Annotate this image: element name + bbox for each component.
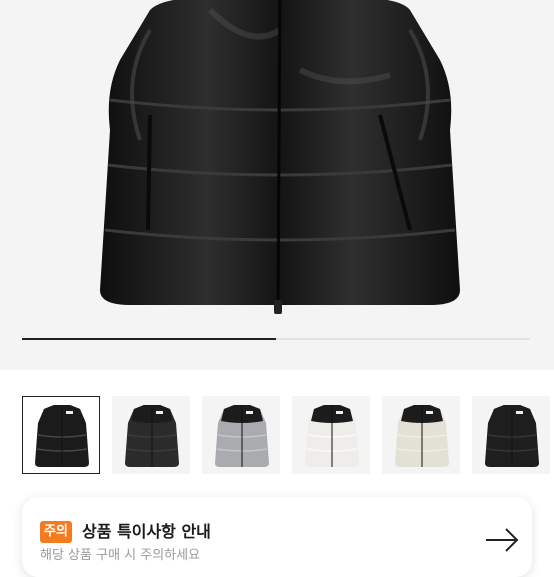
thumbnail-item[interactable] (202, 396, 280, 474)
thumbnail-item[interactable] (112, 396, 190, 474)
vest-thumbnail-image (305, 405, 359, 467)
vest-thumbnail-image (485, 405, 539, 467)
thumbnail-item[interactable] (22, 396, 100, 474)
vest-thumbnail-image (125, 405, 179, 467)
vest-product-image (100, 0, 460, 314)
thumbnail-item[interactable] (382, 396, 460, 474)
thumbnail-item[interactable] (292, 396, 370, 474)
notice-subtitle: 해당 상품 구매 시 주의하세요 (40, 548, 201, 563)
vest-thumbnail-image (35, 405, 89, 467)
notice-title: 상품 특이사항 안내 (82, 522, 211, 541)
product-image-gallery[interactable] (0, 0, 554, 370)
vest-thumbnail-image (395, 405, 449, 467)
notice-badge: 주의 (40, 521, 72, 543)
gallery-progress-bar (22, 338, 530, 340)
gallery-progress-fill (22, 338, 276, 340)
vest-thumbnail-image (215, 405, 269, 467)
thumbnail-strip (22, 396, 554, 476)
thumbnail-item[interactable] (472, 396, 550, 474)
product-notice-card[interactable]: 주의 상품 특이사항 안내 해당 상품 구매 시 주의하세요 (22, 497, 532, 577)
arrow-right-icon[interactable] (484, 527, 520, 553)
